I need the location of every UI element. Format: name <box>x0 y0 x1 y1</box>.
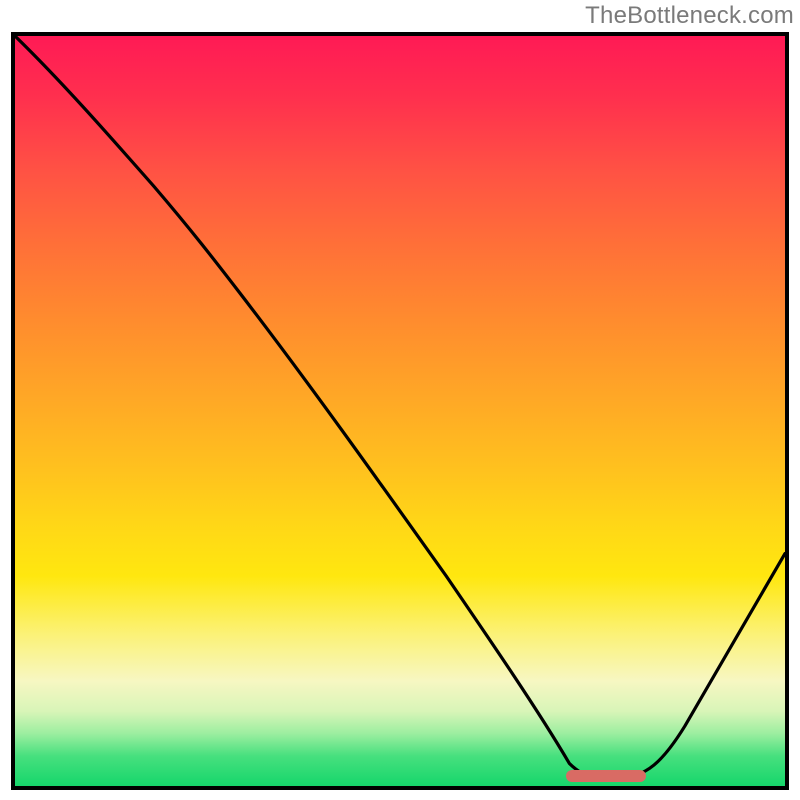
target-range-marker <box>566 770 647 782</box>
bottleneck-curve-path <box>15 36 785 780</box>
plot-frame <box>11 32 789 790</box>
watermark-text: TheBottleneck.com <box>585 2 794 30</box>
chart-stage: TheBottleneck.com <box>0 0 800 800</box>
curve-svg <box>15 36 785 786</box>
